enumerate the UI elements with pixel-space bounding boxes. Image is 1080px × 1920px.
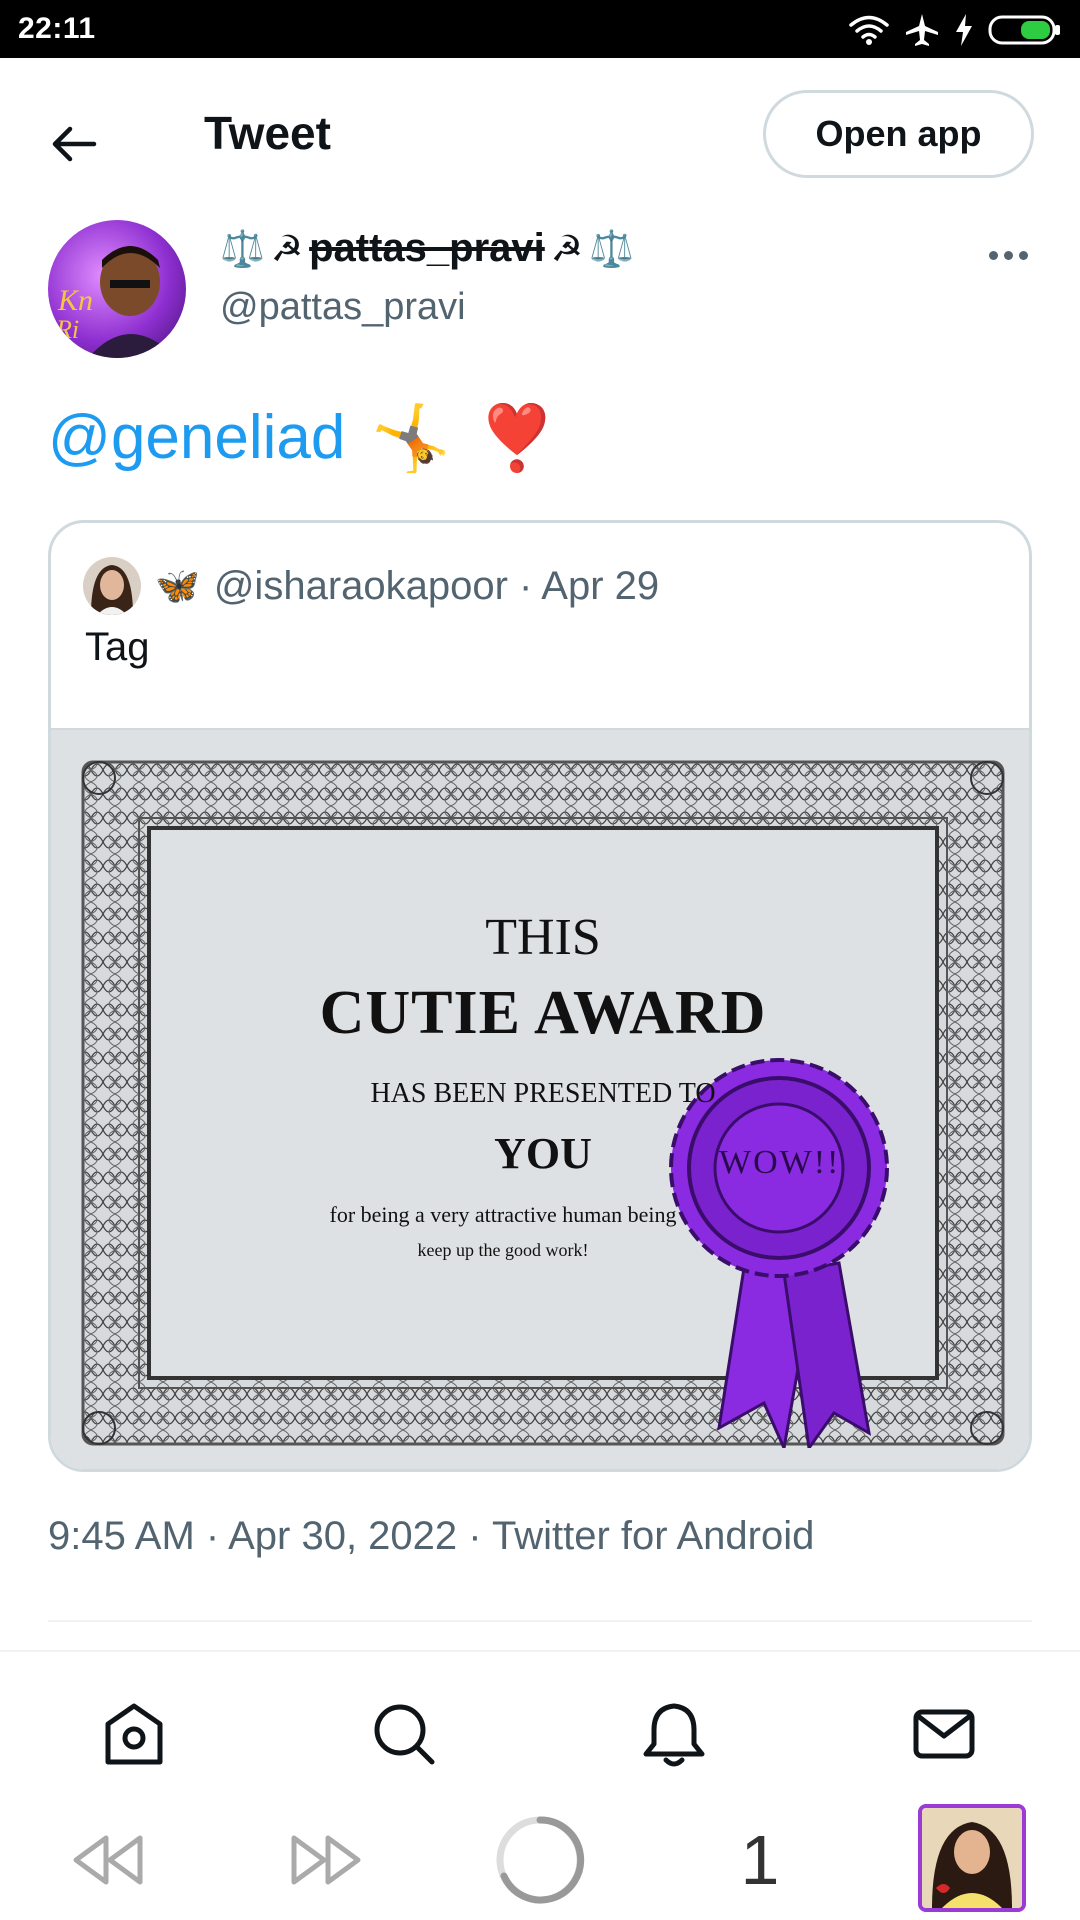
nav-home[interactable] xyxy=(98,1698,170,1770)
nav-notifications[interactable] xyxy=(638,1698,710,1770)
divider xyxy=(48,1620,1032,1622)
certificate-recipient: YOU xyxy=(494,1129,592,1178)
bottom-nav xyxy=(0,1650,1080,1800)
certificate-line-5: for being a very attractive human being xyxy=(329,1202,677,1227)
quoted-tweet[interactable]: 🦋 @isharaokapoor · Apr 29 Tag THIS CUTIE… xyxy=(48,520,1032,1472)
tweet-header: Tweet Open app xyxy=(0,58,1080,218)
tab-count[interactable]: 1 xyxy=(730,1820,790,1900)
charging-icon xyxy=(956,14,972,46)
quoted-tweet-header: 🦋 @isharaokapoor · Apr 29 xyxy=(83,557,659,615)
arrow-left-icon xyxy=(52,126,97,162)
quoted-tweet-image[interactable]: THIS CUTIE AWARD HAS BEEN PRESENTED TO Y… xyxy=(51,728,1029,1469)
wifi-icon xyxy=(849,15,889,45)
certificate-line-6: keep up the good work! xyxy=(417,1240,589,1260)
quoted-tweet-text: Tag xyxy=(85,625,150,669)
nav-messages[interactable] xyxy=(908,1698,980,1770)
scales-emoji: ⚖️ xyxy=(589,227,634,269)
more-dot xyxy=(1018,250,1028,260)
home-icon xyxy=(105,1703,163,1765)
certificate-line-1: THIS xyxy=(485,909,601,966)
quoted-author-avatar xyxy=(83,557,141,615)
page-title: Tweet xyxy=(204,107,331,159)
messages-icon xyxy=(913,1709,975,1759)
status-time: 22:11 xyxy=(18,12,96,45)
author-avatar[interactable]: Kn Ri xyxy=(48,220,186,358)
hammer-sickle-emoji: ☭ xyxy=(270,227,304,269)
hammer-sickle-emoji: ☭ xyxy=(550,227,584,269)
butterfly-emoji: 🦋 xyxy=(155,565,200,606)
loading-icon xyxy=(496,1816,585,1904)
certificate-line-3: HAS BEEN PRESENTED TO xyxy=(370,1078,716,1109)
airplane-icon xyxy=(906,14,938,46)
tweet-timestamp: 9:45 AM · Apr 30, 2022 · Twitter for And… xyxy=(48,1514,815,1558)
author-name-text: pattas_pravi xyxy=(309,226,545,270)
certificate-image: THIS CUTIE AWARD HAS BEEN PRESENTED TO Y… xyxy=(79,758,1007,1448)
author-display-name[interactable]: ⚖️ ☭ pattas_pravi ☭ ⚖️ xyxy=(220,226,634,271)
back-button[interactable] xyxy=(38,108,110,180)
notifications-icon xyxy=(643,1703,705,1767)
author-handle[interactable]: @pattas_pravi xyxy=(220,286,466,329)
status-bar: 22:11 xyxy=(0,0,1080,58)
status-icons xyxy=(848,10,1062,50)
more-options-button[interactable] xyxy=(980,238,1036,272)
certificate-title: CUTIE AWARD xyxy=(319,979,767,1047)
search-icon xyxy=(374,1704,435,1765)
browser-reload-button[interactable] xyxy=(494,1816,586,1904)
quoted-handle-date: @isharaokapoor · Apr 29 xyxy=(213,563,660,608)
scales-emoji: ⚖️ xyxy=(220,227,265,269)
browser-toolbar: 1 xyxy=(0,1800,1080,1920)
mention-link[interactable]: @geneliad xyxy=(48,398,345,478)
svg-text:Ri: Ri xyxy=(55,315,79,344)
back-icon xyxy=(73,1835,143,1885)
cartwheel-emoji: 🤸 xyxy=(371,402,452,474)
heart-exclamation-emoji: ❣️ xyxy=(477,402,557,474)
open-app-button[interactable]: Open app xyxy=(763,90,1034,178)
tweet-text: @geneliad 🤸 ❣️ xyxy=(48,398,557,478)
svg-text:Kn: Kn xyxy=(57,284,93,317)
nav-search[interactable] xyxy=(368,1698,440,1770)
browser-forward-button[interactable] xyxy=(286,1820,366,1900)
browser-back-button[interactable] xyxy=(68,1820,148,1900)
rosette-text: WOW!! xyxy=(719,1144,841,1181)
more-dot xyxy=(1003,250,1013,260)
more-dot xyxy=(988,250,998,260)
forward-icon xyxy=(291,1835,361,1885)
battery-icon xyxy=(988,15,1060,45)
profile-thumbnail[interactable] xyxy=(918,1804,1026,1912)
